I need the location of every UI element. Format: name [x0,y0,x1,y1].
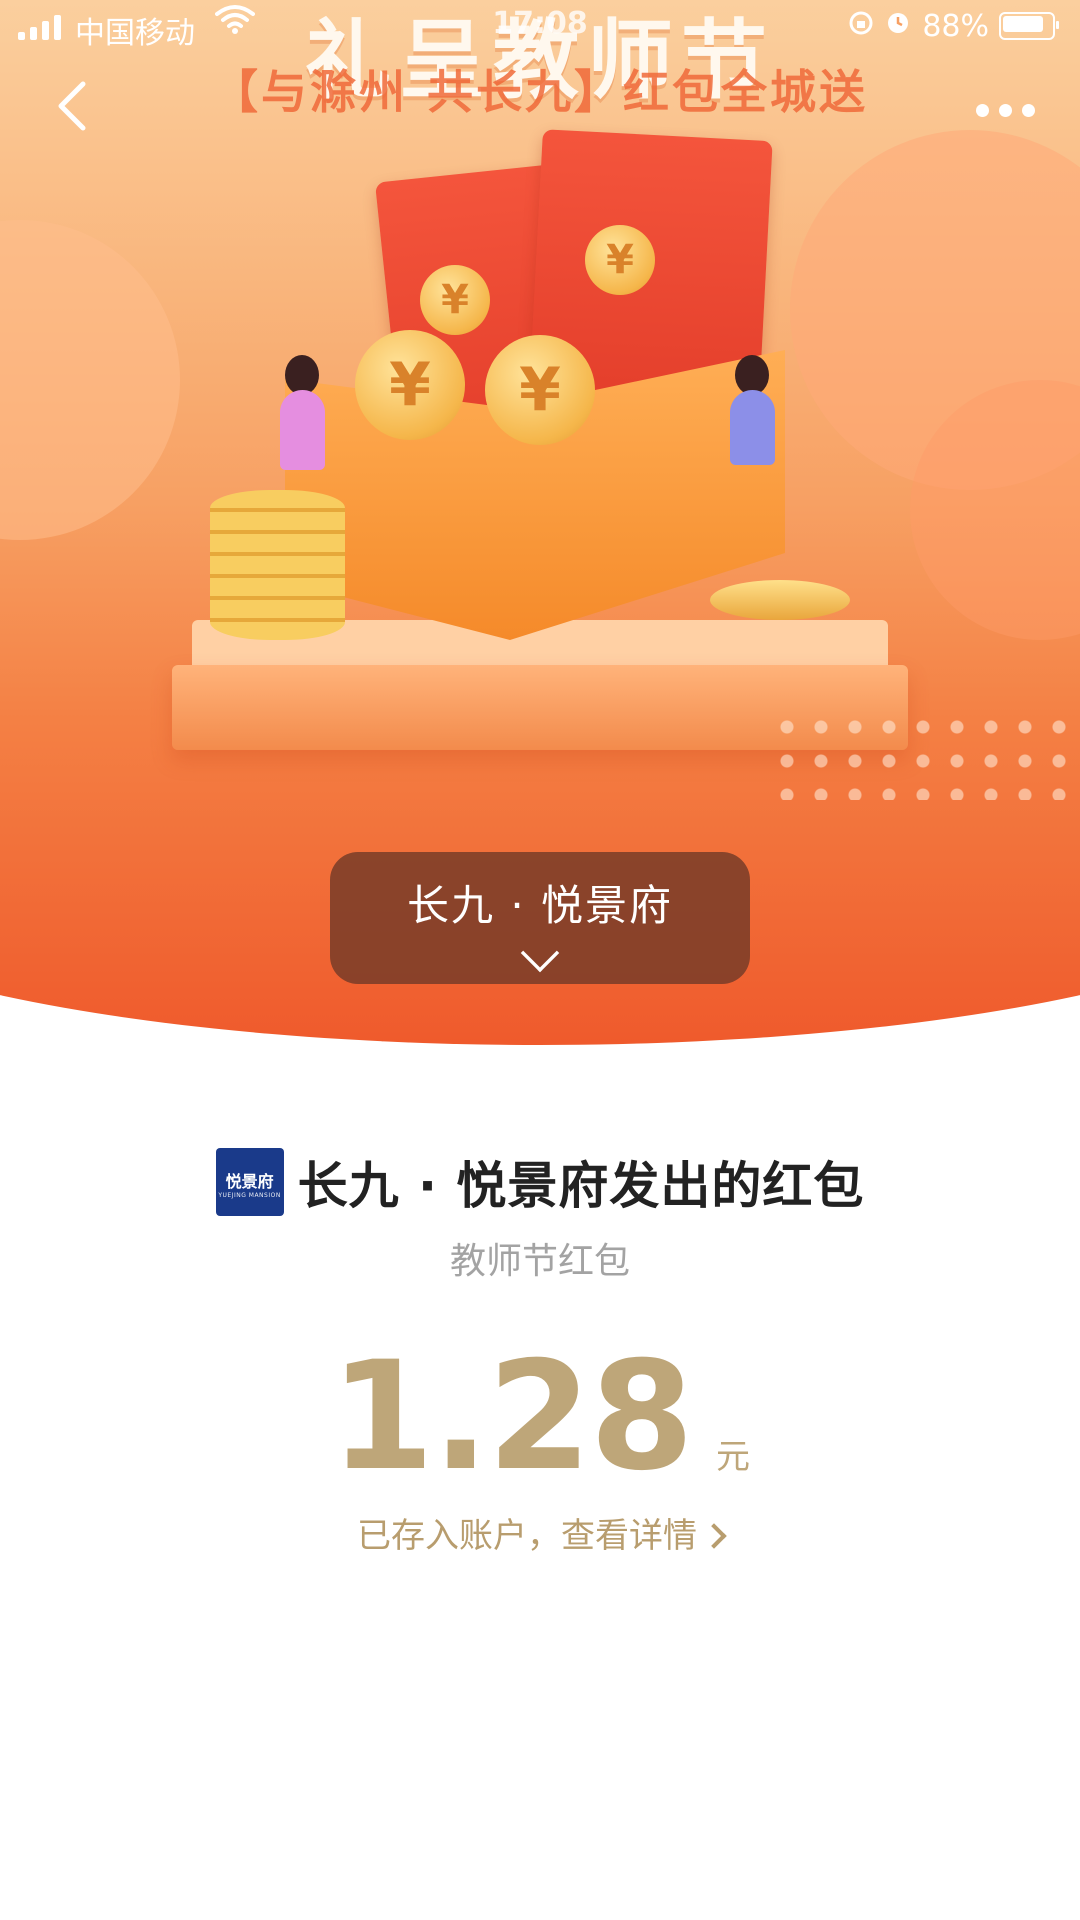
coin-icon: ¥ [485,335,595,445]
battery-icon [999,12,1059,40]
background-blob [0,220,180,540]
amount-unit: 元 [716,1437,751,1477]
person-illustration [730,390,775,465]
coin-icon: ¥ [355,330,465,440]
sender-header: 悦景府 YUEJING MANSION 长九 · 悦景府发出的红包 [0,1146,1080,1218]
sender-logo: 悦景府 YUEJING MANSION [215,1148,284,1216]
chevron-right-icon [701,1522,727,1549]
packet-subtitle: 教师节红包 [449,1241,630,1282]
back-button[interactable] [48,78,98,138]
chevron-down-icon [520,933,560,973]
status-right-group: 88% [848,8,1059,44]
sender-selector[interactable]: 长九 · 悦景府 [330,852,750,984]
more-options-button[interactable] [970,90,1040,130]
logo-subtext: YUEJING MANSION [218,1192,281,1199]
person-head-illustration [285,355,319,395]
coin-icon: ¥ [420,265,490,335]
view-details-label: 已存入账户，查看详情 [357,1516,697,1556]
amount-value: 1.28 [329,1330,694,1504]
person-illustration [280,390,325,470]
logo-text: 悦景府 [225,1172,274,1191]
more-dots-icon [975,103,989,117]
rotation-lock-icon [848,9,874,44]
banner-subtitle: 【与滁州 共长九】红包全城送 [211,65,868,119]
coin-illustration [710,580,850,620]
view-details-link[interactable]: 已存入账户，查看详情 [0,1508,1080,1557]
chevron-left-icon [58,81,86,131]
coin-stack-illustration [210,490,345,640]
amount-display: 1.28 元 [0,1330,1080,1504]
status-bar: 中国移动 17:08 88% [0,0,1080,58]
red-packet-page: 礼呈教师节 【与滁州 共长九】红包全城送 ¥ ¥ ¥ ¥ 中国移动 17:08 … [0,0,1080,1920]
battery-percent: 88% [922,8,989,44]
coin-icon: ¥ [585,225,655,295]
dot-pattern [770,710,1070,800]
sender-title: 长九 · 悦景府发出的红包 [297,1157,865,1215]
sender-selector-label: 长九 · 悦景府 [406,881,674,930]
alarm-icon [884,8,912,44]
person-head-illustration [735,355,769,395]
